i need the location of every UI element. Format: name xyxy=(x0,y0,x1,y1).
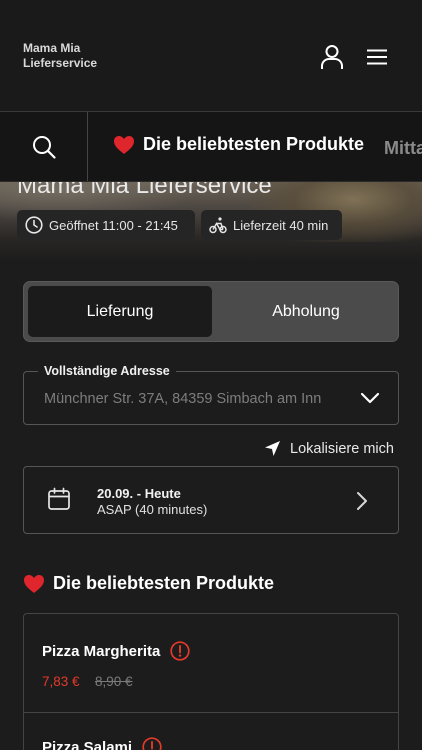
delivery-time-text: ASAP (40 minutes) xyxy=(97,502,208,517)
category-bar: Die beliebtesten Produkte Mitta xyxy=(0,112,422,182)
heart-icon xyxy=(24,574,44,593)
category-tab-next[interactable]: Mitta xyxy=(384,138,422,159)
address-field[interactable]: Vollständige Adresse Münchner Str. 37A, … xyxy=(23,364,399,425)
delivery-time-selector[interactable]: 20.09. - Heute ASAP (40 minutes) xyxy=(23,466,399,534)
order-type-toggle: Lieferung Abholung xyxy=(23,281,399,342)
product-name: Pizza Salami xyxy=(42,738,133,750)
product-card[interactable]: Pizza Salami xyxy=(24,713,398,750)
popular-section-label: Die beliebtesten Produkte xyxy=(53,573,275,593)
search-icon xyxy=(32,136,56,159)
brand-logo-text[interactable]: Mama Mia Lieferservice xyxy=(23,41,163,71)
popular-section-title: Die beliebtesten Produkte xyxy=(23,573,274,594)
category-tab-label: Die beliebtesten Produkte xyxy=(143,134,365,154)
calendar-icon xyxy=(48,487,70,510)
account-button[interactable] xyxy=(314,40,350,74)
location-arrow-icon xyxy=(265,441,280,456)
restaurant-hero: Mama Mia Lieferservice Geöffnet 11:00 - … xyxy=(0,182,422,262)
search-button[interactable] xyxy=(0,112,88,181)
chevron-right-icon xyxy=(357,492,367,510)
heart-icon xyxy=(114,135,134,154)
product-name-row: Pizza Margherita xyxy=(42,641,191,661)
product-list: Pizza Margherita 7,83 € 8,90 € Pizza Sal… xyxy=(23,613,399,750)
brand-line-1: Mama Mia xyxy=(23,41,81,55)
category-tab-popular[interactable]: Die beliebtesten Produkte xyxy=(113,134,364,155)
delivery-time-text: Lieferzeit 40 min xyxy=(233,217,329,233)
address-input-placeholder[interactable]: Münchner Str. 37A, 84359 Simbach am Inn xyxy=(44,391,321,407)
menu-button[interactable] xyxy=(360,40,394,74)
restaurant-title: Mama Mia Lieferservice xyxy=(17,182,272,199)
clock-icon xyxy=(25,216,43,234)
delivery-date-text: 20.09. - Heute xyxy=(97,486,181,501)
opening-hours-text: Geöffnet 11:00 - 21:45 xyxy=(49,217,178,233)
locate-me-label: Lokalisiere mich xyxy=(290,440,394,457)
locate-me-button[interactable]: Lokalisiere mich xyxy=(264,440,394,457)
opening-hours-badge: Geöffnet 11:00 - 21:45 xyxy=(17,210,195,240)
brand-line-2: Lieferservice xyxy=(23,56,98,70)
delivery-option-button[interactable]: Lieferung xyxy=(28,286,212,337)
chevron-down-icon[interactable] xyxy=(360,391,380,405)
info-icon[interactable] xyxy=(142,737,162,750)
app-header: Mama Mia Lieferservice xyxy=(0,0,422,112)
info-icon[interactable] xyxy=(170,641,191,661)
product-name: Pizza Margherita xyxy=(42,642,161,660)
bicycle-courier-icon xyxy=(209,217,227,234)
address-field-label: Vollständige Adresse xyxy=(38,364,176,378)
product-card[interactable]: Pizza Margherita 7,83 € 8,90 € xyxy=(24,614,398,713)
product-name-row: Pizza Salami xyxy=(42,737,162,750)
delivery-time-badge: Lieferzeit 40 min xyxy=(201,210,342,240)
user-icon xyxy=(321,45,343,69)
product-price: 7,83 € xyxy=(42,674,80,689)
product-old-price: 8,90 € xyxy=(95,674,133,689)
hamburger-menu-icon xyxy=(367,49,387,65)
pickup-option-button[interactable]: Abholung xyxy=(214,286,398,337)
